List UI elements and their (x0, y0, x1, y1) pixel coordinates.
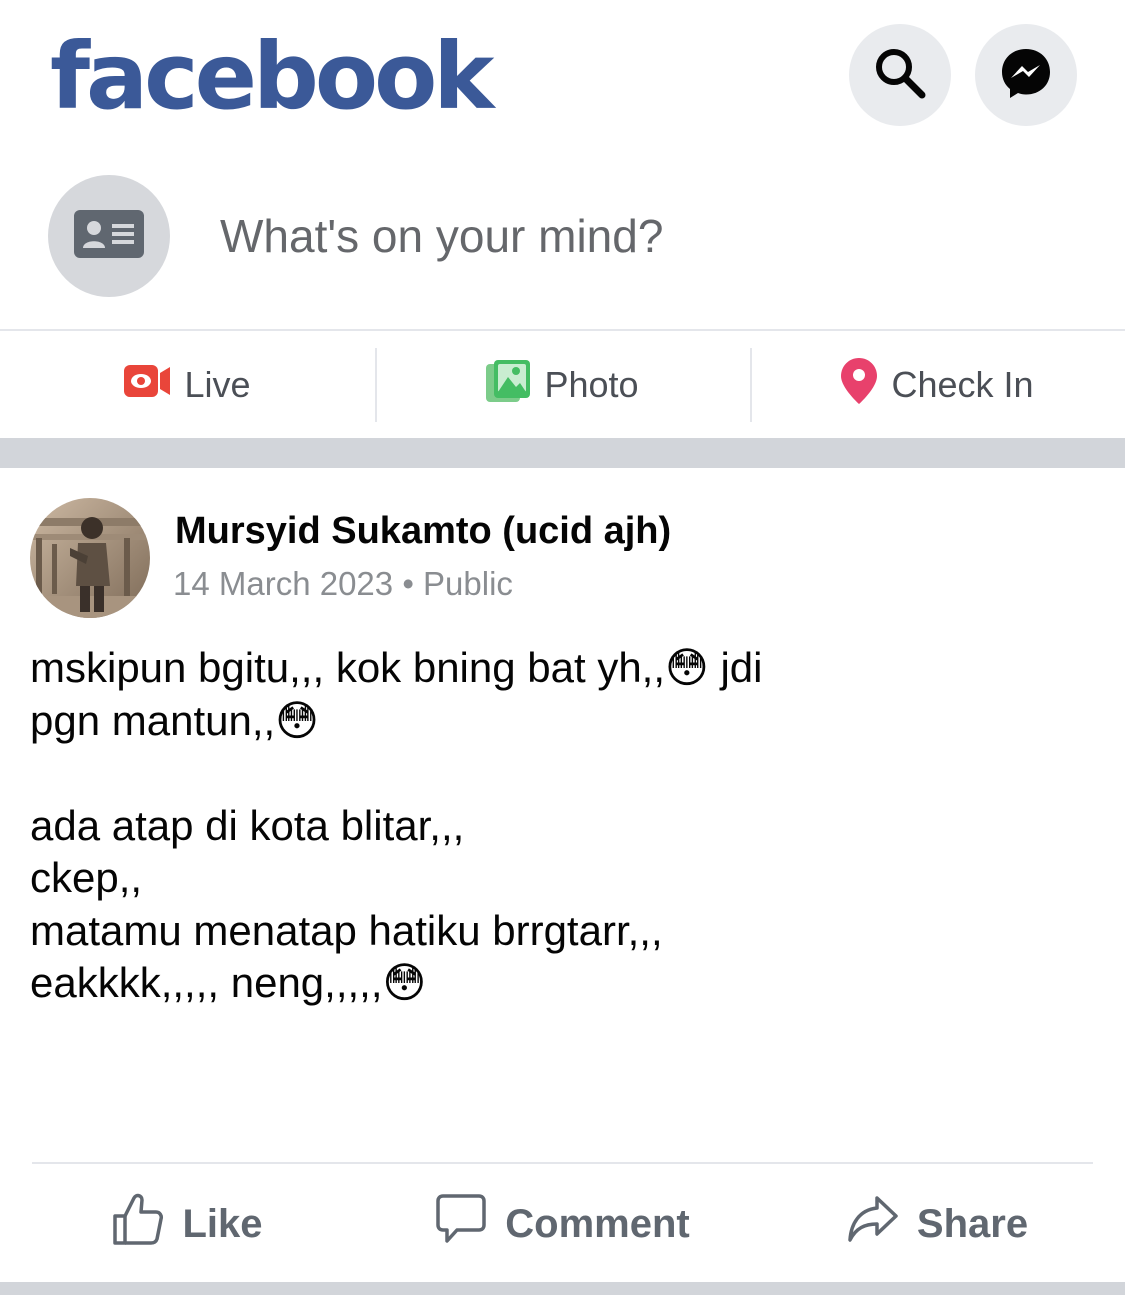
live-label: Live (184, 364, 251, 405)
facebook-logo[interactable]: facebook (50, 22, 494, 132)
status-composer-input[interactable]: What's on your mind? (220, 205, 663, 267)
share-button[interactable]: Share (750, 1165, 1125, 1283)
post-author-name[interactable]: Mursyid Sukamto (ucid ajh) (175, 510, 671, 553)
divider (0, 329, 1125, 331)
photo-icon (486, 359, 531, 411)
thumbs-up-icon (112, 1192, 164, 1256)
location-pin-icon (841, 357, 878, 413)
meta-separator: • (402, 565, 414, 602)
live-video-icon (124, 363, 171, 408)
post-actions: Like Comment Share (0, 1165, 1125, 1283)
post-privacy: Public (423, 565, 513, 602)
divider (32, 1162, 1093, 1164)
author-avatar[interactable] (30, 498, 150, 618)
check-in-label: Check In (891, 364, 1034, 405)
check-in-button[interactable]: Check In (750, 332, 1125, 438)
messenger-button[interactable] (975, 24, 1077, 126)
messenger-icon (998, 45, 1054, 106)
search-button[interactable] (849, 24, 951, 126)
like-label: Like (182, 1201, 263, 1246)
comment-label: Comment (505, 1201, 690, 1246)
post-date[interactable]: 14 March 2023 (173, 565, 393, 602)
user-avatar-placeholder[interactable] (48, 175, 170, 297)
live-button[interactable]: Live (0, 332, 375, 438)
comment-button[interactable]: Comment (375, 1165, 750, 1283)
photo-button[interactable]: Photo (375, 332, 750, 438)
section-separator (0, 1282, 1125, 1295)
share-label: Share (916, 1201, 1029, 1246)
profile-card-icon (74, 209, 144, 263)
photo-label: Photo (544, 364, 639, 405)
section-separator (0, 438, 1125, 468)
like-button[interactable]: Like (0, 1165, 375, 1283)
post-text: mskipun bgitu,,, kok bning bat yh,,😳 jdi… (30, 644, 763, 1006)
comment-bubble-icon (435, 1192, 487, 1256)
post-meta: 14 March 2023 • Public (173, 565, 513, 603)
share-arrow-icon (847, 1194, 899, 1254)
composer-actions: Live Photo Check In (0, 332, 1125, 438)
search-icon (872, 45, 928, 106)
